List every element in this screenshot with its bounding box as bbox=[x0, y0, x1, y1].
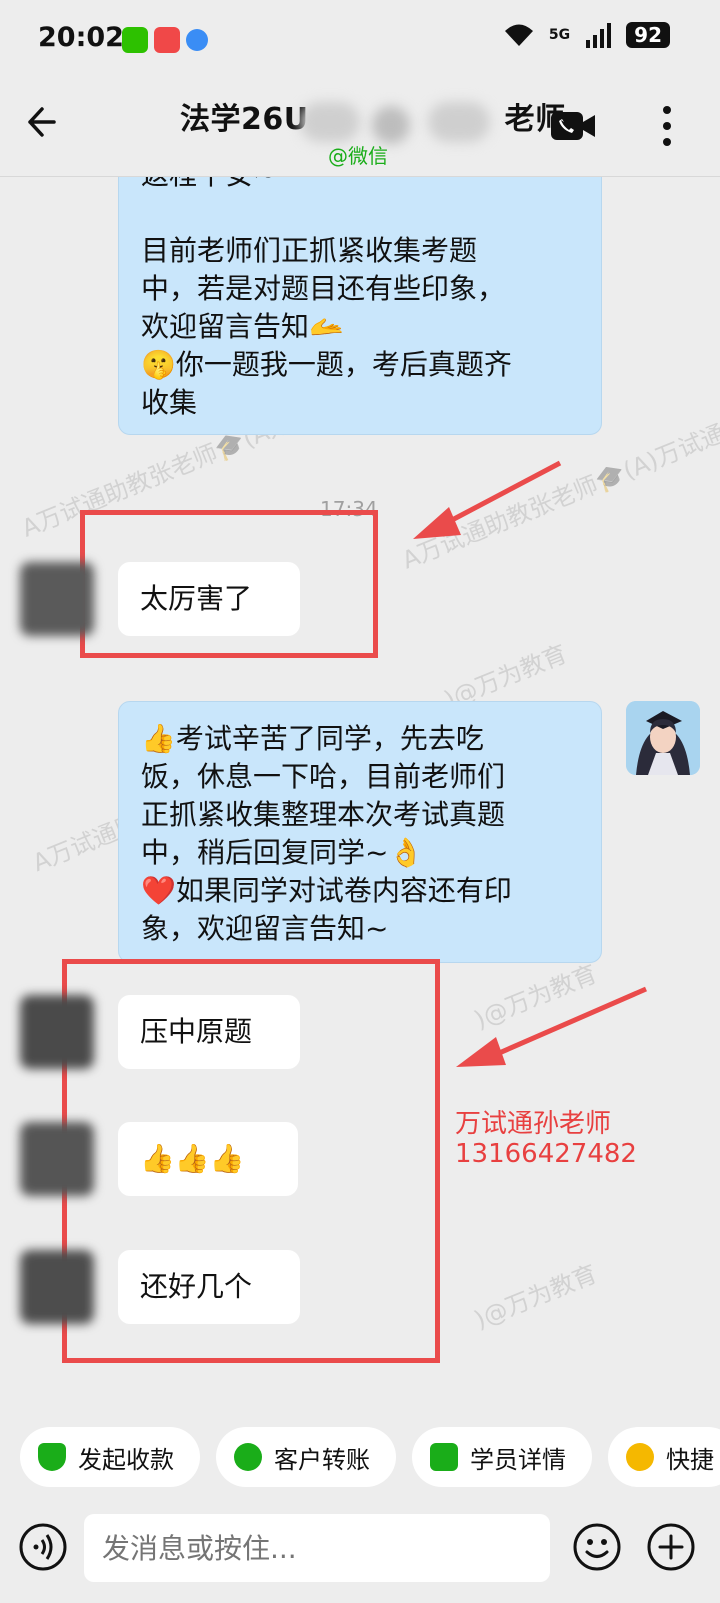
message-bubble-incoming[interactable]: 👍👍👍 bbox=[118, 1122, 298, 1196]
redacted-title-part bbox=[428, 102, 490, 142]
message-text: 还好几个 bbox=[140, 1270, 253, 1303]
quick-action-shortcuts[interactable]: 快捷 bbox=[608, 1427, 720, 1487]
message-line: 👍考试辛苦了同学，先去吃 bbox=[141, 722, 484, 755]
chip-label: 快捷 bbox=[666, 1445, 714, 1474]
payment-shield-icon bbox=[38, 1443, 66, 1471]
annotation-arrow bbox=[413, 460, 562, 539]
quick-action-collect-payment[interactable]: 发起收款 bbox=[20, 1427, 200, 1487]
video-app-icon bbox=[154, 27, 180, 53]
user-avatar[interactable] bbox=[20, 1122, 94, 1196]
message-bubble-incoming[interactable]: 还好几个 bbox=[118, 1250, 300, 1324]
emoji-icon[interactable] bbox=[572, 1522, 622, 1572]
message-line: 欢迎留言告知🫴 bbox=[141, 310, 344, 343]
redacted-title-part bbox=[372, 106, 410, 144]
student-profile-icon bbox=[430, 1443, 458, 1471]
message-line: 返程平安~ bbox=[141, 177, 579, 194]
redacted-title-part bbox=[300, 102, 360, 142]
transfer-icon bbox=[234, 1443, 262, 1471]
battery-level: 92 bbox=[626, 22, 670, 48]
network-type: 5G bbox=[548, 27, 571, 43]
quick-action-customer-transfer[interactable]: 客户转账 bbox=[216, 1427, 396, 1487]
teacher-avatar-image bbox=[626, 701, 700, 775]
user-avatar[interactable] bbox=[20, 995, 94, 1069]
quick-actions-bar: 发起收款 客户转账 学员详情 快捷 bbox=[0, 1405, 720, 1510]
status-time: 20:02 bbox=[38, 22, 124, 53]
message-input-bar bbox=[0, 1510, 720, 1603]
message-bubble-outgoing[interactable]: 返程平安~ 目前老师们正抓紧收集考题 中，若是对题目还有些印象， 欢迎留言告知🫴… bbox=[118, 177, 602, 435]
chip-label: 客户转账 bbox=[274, 1445, 370, 1474]
message-line: 正抓紧收集整理本次考试真题 bbox=[141, 798, 506, 831]
message-line: 中，稍后回复同学~👌 bbox=[141, 836, 424, 869]
message-text: 太厉害了 bbox=[140, 582, 253, 615]
message-line: 目前老师们正抓紧收集考题 bbox=[141, 234, 478, 267]
quick-action-student-details[interactable]: 学员详情 bbox=[412, 1427, 592, 1487]
message-line bbox=[141, 194, 579, 232]
message-bubble-incoming[interactable]: 压中原题 bbox=[118, 995, 300, 1069]
message-line: 收集 bbox=[141, 386, 198, 419]
wifi-icon bbox=[504, 24, 533, 46]
chip-label: 发起收款 bbox=[78, 1445, 174, 1474]
chat-subtitle: @微信 bbox=[328, 144, 388, 168]
watermark: )@万为教育 bbox=[470, 1259, 601, 1335]
annotation-contact-name: 万试通孙老师 bbox=[455, 1109, 612, 1139]
back-arrow-icon[interactable] bbox=[24, 102, 64, 142]
annotation-contact-phone: 13166427482 bbox=[455, 1139, 637, 1169]
annotation-arrow bbox=[456, 986, 647, 1067]
chat-message-list[interactable]: A万试通助教张老师🎓(A万试通 A万试通助教张老师🎓(A)万试通 )@万为教育 … bbox=[0, 177, 720, 1402]
message-line: 象，欢迎留言告知~ bbox=[141, 912, 389, 945]
signal-icon bbox=[586, 23, 612, 48]
more-options-icon[interactable] bbox=[655, 104, 679, 148]
message-line: 饭，休息一下哈，目前老师们 bbox=[141, 760, 506, 793]
message-line: 🤫你一题我一题，考后真题齐 bbox=[141, 348, 512, 381]
more-actions-plus-icon[interactable] bbox=[646, 1522, 696, 1572]
chat-header: 法学26U 老师 @微信 bbox=[0, 80, 720, 177]
user-avatar[interactable] bbox=[20, 1250, 94, 1324]
browser-app-icon bbox=[186, 29, 208, 51]
teacher-avatar[interactable] bbox=[626, 701, 700, 775]
message-text: 压中原题 bbox=[140, 1015, 253, 1048]
message-input[interactable] bbox=[84, 1514, 550, 1582]
message-bubble-incoming[interactable]: 太厉害了 bbox=[118, 562, 300, 636]
message-line: ❤️如果同学对试卷内容还有印 bbox=[141, 874, 512, 907]
voice-input-icon[interactable] bbox=[18, 1522, 68, 1572]
status-bar: 20:02 5G 92 bbox=[0, 0, 720, 80]
wechat-app-icon bbox=[122, 27, 148, 53]
user-avatar[interactable] bbox=[20, 562, 94, 636]
chip-label: 学员详情 bbox=[470, 1445, 566, 1474]
message-bubble-outgoing[interactable]: 👍考试辛苦了同学，先去吃 饭，休息一下哈，目前老师们 正抓紧收集整理本次考试真题… bbox=[118, 701, 602, 963]
message-line: 中，若是对题目还有些印象， bbox=[141, 272, 506, 305]
video-call-icon[interactable] bbox=[550, 110, 596, 142]
message-text: 👍👍👍 bbox=[140, 1142, 245, 1175]
shortcut-icon bbox=[626, 1443, 654, 1471]
